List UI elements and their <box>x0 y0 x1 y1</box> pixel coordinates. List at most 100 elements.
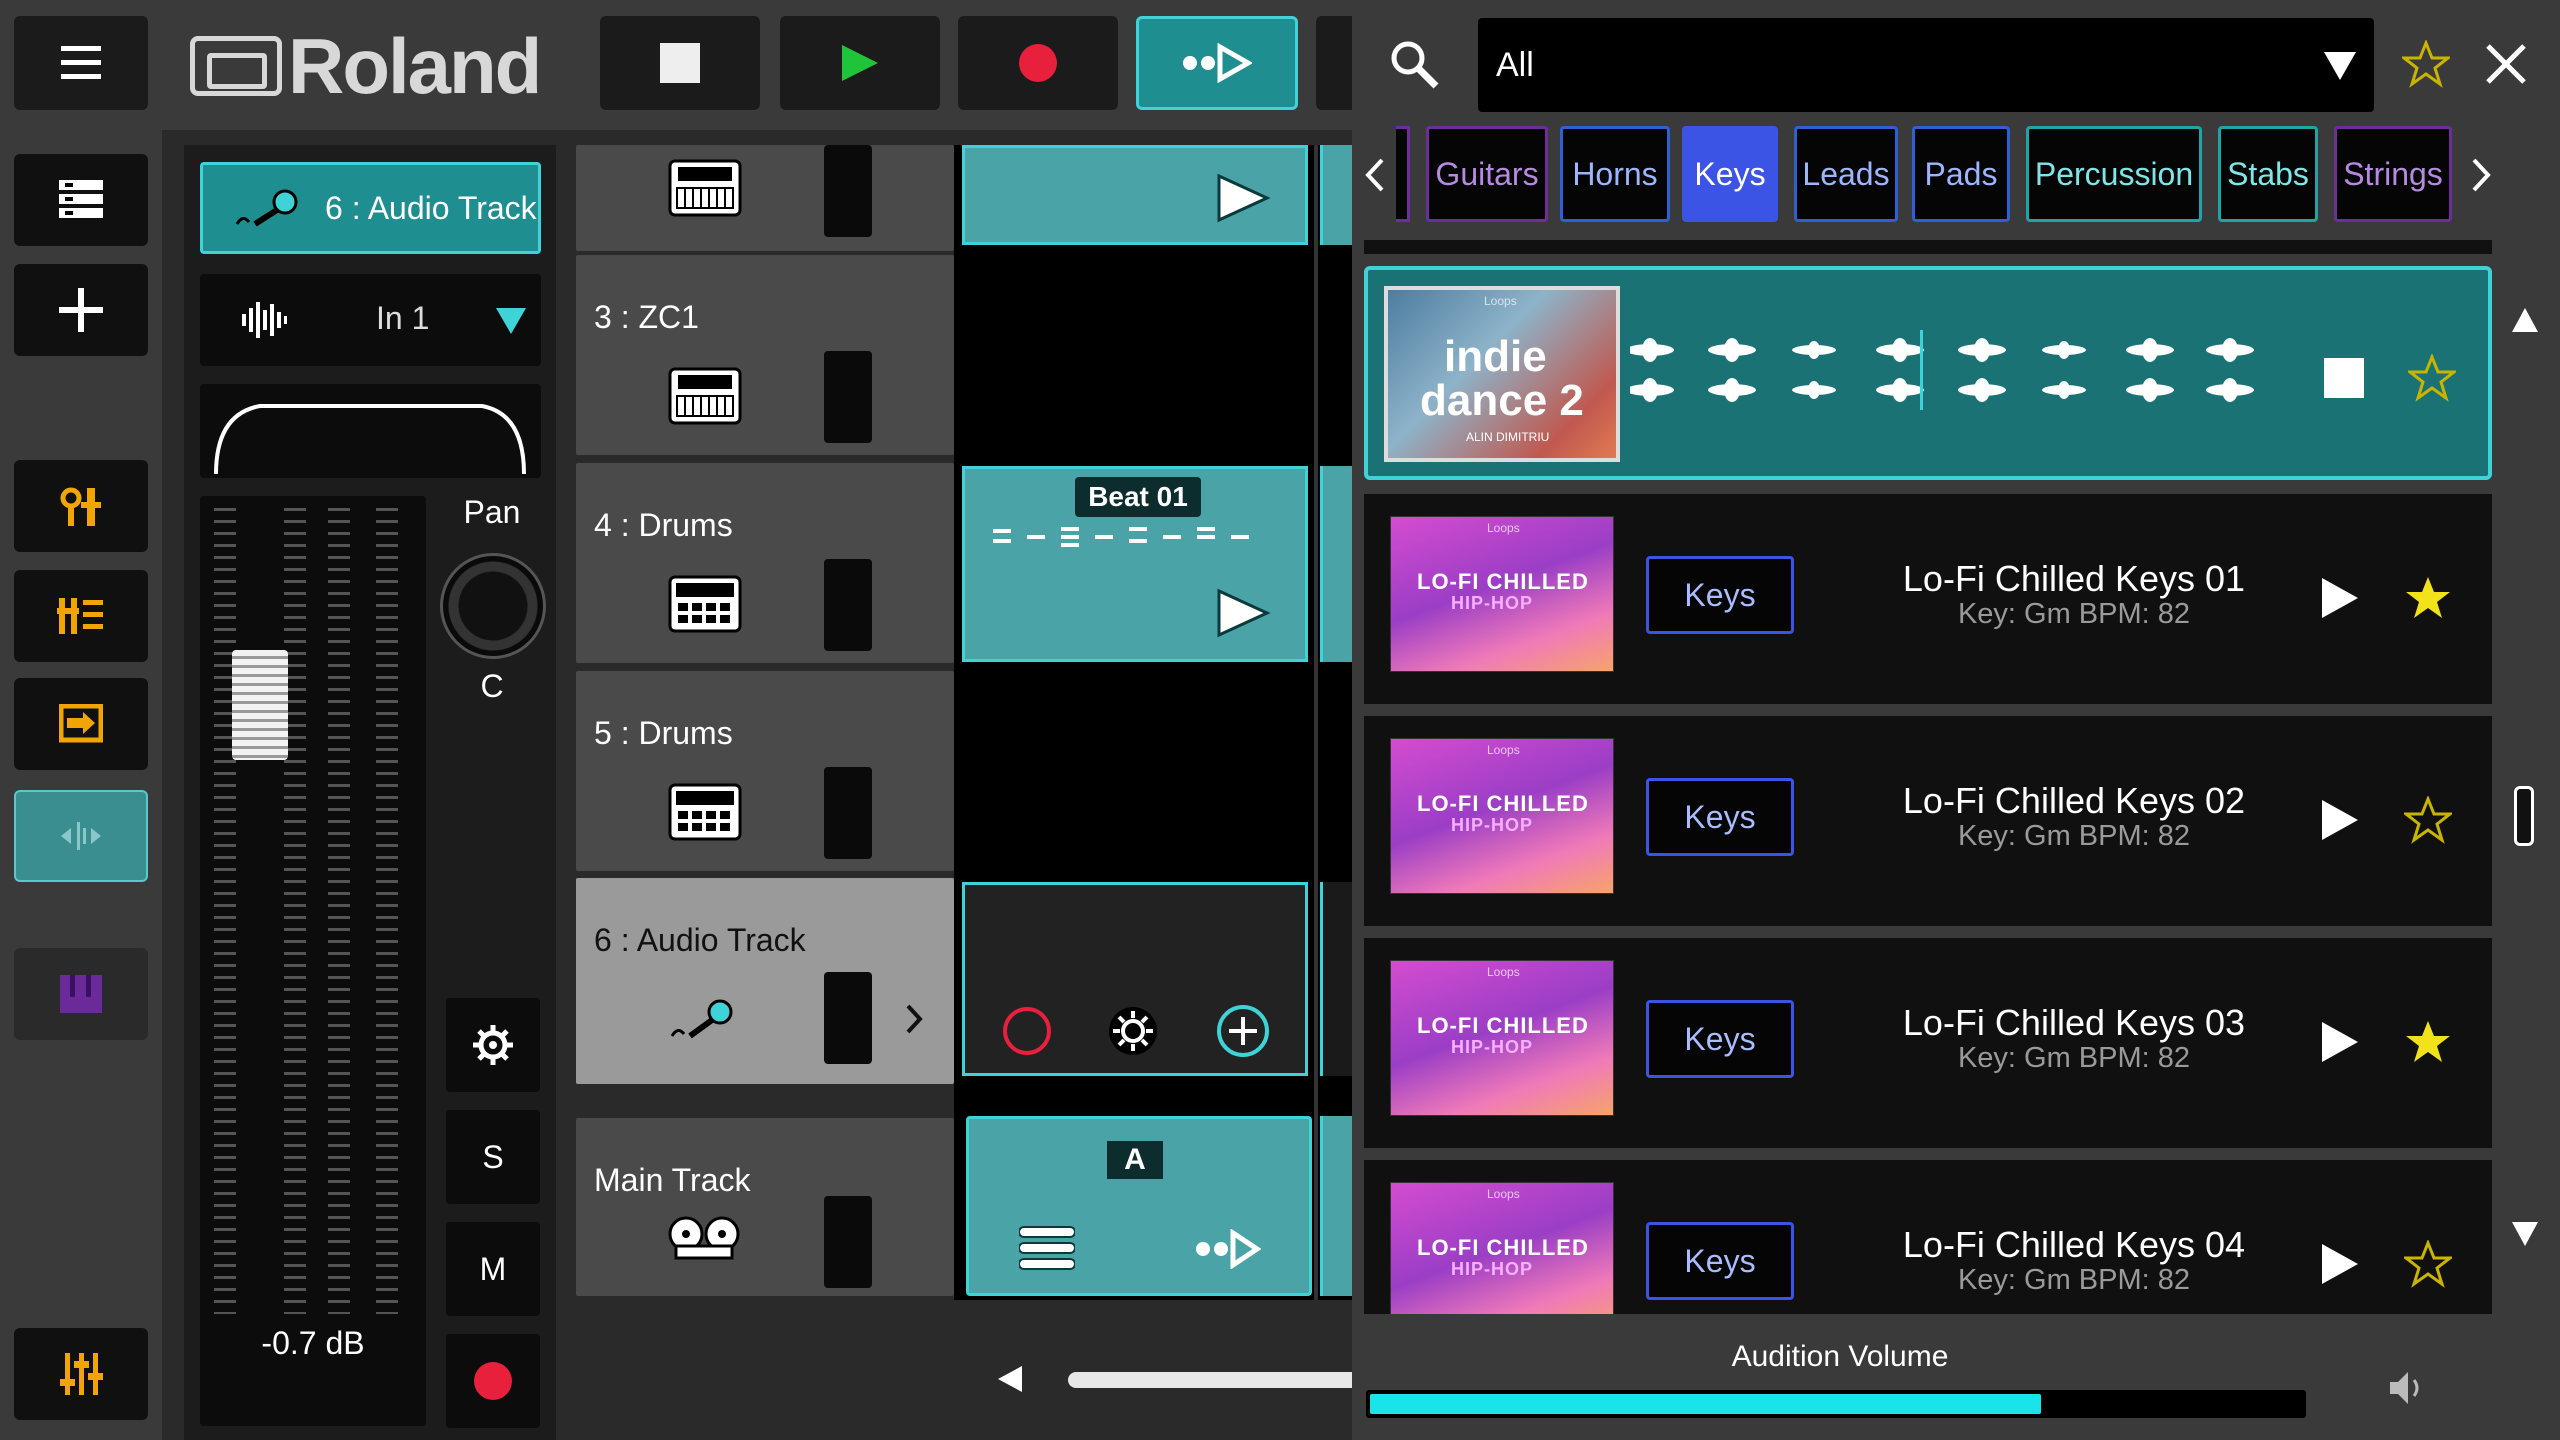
loops-mode-button[interactable] <box>14 790 148 882</box>
tag-percussion[interactable]: Percussion <box>2026 126 2202 222</box>
clip-settings-gear-icon[interactable] <box>1107 1005 1159 1057</box>
tools-button[interactable] <box>14 460 148 552</box>
volume-fader-knob[interactable] <box>232 650 288 760</box>
scroll-down-icon[interactable] <box>2510 1220 2540 1248</box>
loop-item[interactable]: Loops LO-FI CHILLED HIP-HOP Keys Lo-Fi C… <box>1364 716 2492 926</box>
item-tag-badge[interactable]: Keys <box>1646 1000 1794 1078</box>
play-preview-icon[interactable] <box>2320 1242 2360 1286</box>
track-settings-button[interactable] <box>446 998 540 1092</box>
tag-stabs[interactable]: Stabs <box>2218 126 2318 222</box>
cover-title-line1: LO-FI CHILLED <box>1417 1013 1589 1038</box>
track-name: 3 : ZC1 <box>594 299 699 335</box>
clip-track2[interactable] <box>962 145 1308 245</box>
favorite-star-icon[interactable] <box>2404 574 2452 622</box>
level-meter-r <box>376 508 398 1314</box>
stop-icon <box>660 43 700 83</box>
list-scrollbar-thumb[interactable] <box>2514 786 2534 846</box>
lofi-chilled-cover: Loops LO-FI CHILLED HIP-HOP <box>1390 1182 1614 1314</box>
record-button[interactable] <box>958 16 1118 110</box>
item-tag-badge[interactable]: Keys <box>1646 778 1794 856</box>
piano-roll-button[interactable] <box>14 948 148 1040</box>
solo-button[interactable]: S <box>446 1110 540 1204</box>
tag-horns[interactable]: Horns <box>1560 126 1670 222</box>
scene-a-clip[interactable]: A <box>966 1116 1312 1296</box>
category-filter-dropdown[interactable]: All <box>1478 18 2374 112</box>
track-list-button[interactable] <box>14 154 148 246</box>
tags-scroll-left-icon[interactable] <box>1364 158 1386 192</box>
favorites-filter-star-icon[interactable] <box>2402 40 2450 88</box>
track-name: Main Track <box>594 1162 751 1198</box>
track-header-main[interactable]: Main Track <box>576 1118 954 1296</box>
level-meter-l <box>328 508 350 1314</box>
speaker-icon[interactable] <box>2386 1368 2426 1408</box>
item-key-bpm: Key: Gm BPM: 82 <box>1957 598 2191 630</box>
plus-icon <box>59 288 103 332</box>
track-name: 6 : Audio Track <box>594 922 806 958</box>
scroll-up-icon[interactable] <box>2510 306 2540 334</box>
roland-r-mark <box>190 36 282 96</box>
cover-title-line2: HIP-HOP <box>1451 1259 1534 1279</box>
loop-item[interactable]: Loops LO-FI CHILLED HIP-HOP Keys Lo-Fi C… <box>1364 1160 2492 1314</box>
close-icon[interactable] <box>2484 42 2528 86</box>
record-clip-icon[interactable] <box>1001 1005 1053 1057</box>
loop-browser-button[interactable] <box>1136 16 1298 110</box>
loop-item[interactable]: Loops LO-FI CHILLED HIP-HOP Keys Lo-Fi C… <box>1364 938 2492 1148</box>
loop-item-playing[interactable]: Loops indie dance 2 ALIN DIMITRIU <box>1364 266 2492 480</box>
search-icon[interactable] <box>1388 38 1440 90</box>
cover-kind: Loops <box>1487 743 1520 757</box>
strip-track-selector[interactable]: 6 : Audio Track <box>200 162 541 254</box>
track-header-6[interactable]: 6 : Audio Track <box>576 878 954 1084</box>
favorite-star-icon[interactable] <box>2404 1018 2452 1066</box>
track-level-slot <box>824 559 872 651</box>
add-track-button[interactable] <box>14 264 148 356</box>
tag-leads[interactable]: Leads <box>1794 126 1898 222</box>
effects-button[interactable] <box>14 570 148 662</box>
item-tag-badge[interactable]: Keys <box>1646 1222 1794 1300</box>
track-header-2[interactable] <box>576 145 954 251</box>
favorite-star-icon[interactable] <box>2404 796 2452 844</box>
track-header-3[interactable]: 3 : ZC1 <box>576 255 954 455</box>
tags-scroll-right-icon[interactable] <box>2470 158 2492 192</box>
chevron-right-icon[interactable] <box>904 1004 924 1034</box>
play-preview-icon[interactable] <box>2320 1020 2360 1064</box>
lofi-chilled-cover: Loops LO-FI CHILLED HIP-HOP <box>1390 960 1614 1116</box>
add-clip-icon[interactable] <box>1215 1003 1271 1059</box>
tag-strings[interactable]: Strings <box>2334 126 2452 222</box>
tag-pads[interactable]: Pads <box>1912 126 2010 222</box>
audition-volume-label: Audition Volume <box>1731 1340 1949 1373</box>
play-preview-icon[interactable] <box>2320 798 2360 842</box>
stop-button[interactable] <box>600 16 760 110</box>
chevron-down-icon <box>496 308 526 334</box>
lofi-chilled-cover: Loops LO-FI CHILLED HIP-HOP <box>1390 516 1614 672</box>
input-selector[interactable]: In 1 <box>200 274 541 366</box>
item-tag-badge[interactable]: Keys <box>1646 556 1794 634</box>
tag-keys[interactable]: Keys <box>1682 126 1778 222</box>
import-button[interactable] <box>14 678 148 770</box>
toolbar-overflow[interactable] <box>1316 16 1352 110</box>
track-header-5[interactable]: 5 : Drums <box>576 671 954 871</box>
arm-record-button[interactable] <box>446 1334 540 1428</box>
filter-value: All <box>1496 46 1534 84</box>
menu-button[interactable] <box>14 16 148 110</box>
scroll-left-icon[interactable] <box>996 1364 1026 1394</box>
pan-knob[interactable] <box>440 553 546 659</box>
track-header-4[interactable]: 4 : Drums <box>576 463 954 663</box>
track-level-slot <box>824 1196 872 1288</box>
gear-icon <box>473 1025 513 1065</box>
play-clip-icon <box>1217 588 1271 638</box>
stop-preview-icon[interactable] <box>2324 358 2364 398</box>
play-preview-icon[interactable] <box>2320 576 2360 620</box>
horizontal-scrollbar[interactable] <box>1068 1372 1352 1388</box>
cover-title-line1: LO-FI CHILLED <box>1417 1235 1589 1260</box>
volume-fader-area[interactable] <box>200 496 426 1426</box>
favorite-star-icon[interactable] <box>2404 1240 2452 1288</box>
loop-item[interactable]: Loops LO-FI CHILLED HIP-HOP Keys Lo-Fi C… <box>1364 494 2492 704</box>
play-button[interactable] <box>780 16 940 110</box>
mute-button[interactable]: M <box>446 1222 540 1316</box>
favorite-star-icon[interactable] <box>2408 354 2456 402</box>
tag-guitars[interactable]: Guitars <box>1426 126 1548 222</box>
import-icon <box>59 704 103 743</box>
mixer-button[interactable] <box>14 1328 148 1420</box>
clip-beat01[interactable]: Beat 01 <box>962 466 1308 662</box>
top-toolbar: Roland <box>0 0 1352 130</box>
